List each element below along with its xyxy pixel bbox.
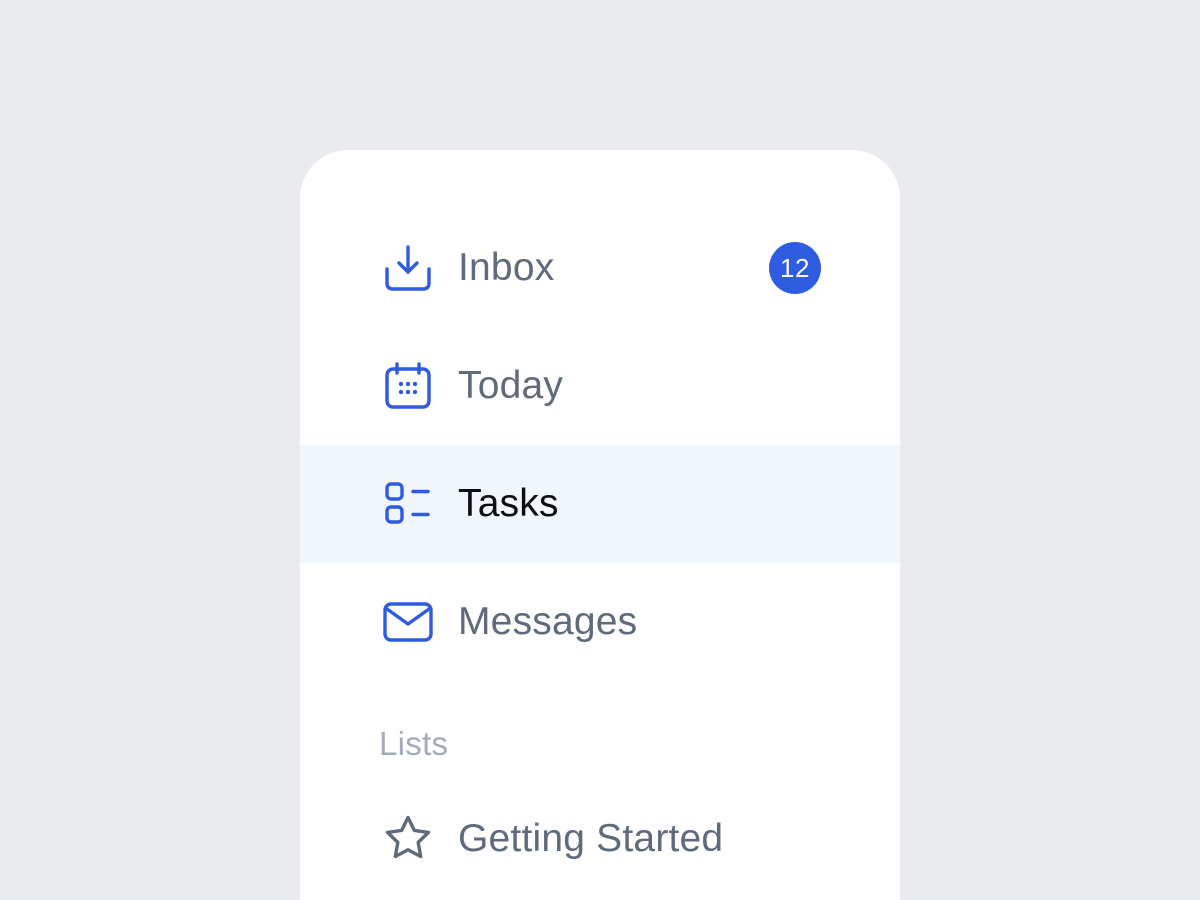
- list-item-label: Getting Started: [458, 817, 724, 860]
- task-list-icon: [382, 478, 434, 530]
- inbox-download-icon: [382, 242, 434, 294]
- nav-item-inbox[interactable]: Inbox 12: [300, 209, 900, 327]
- nav-item-label: Messages: [458, 600, 638, 643]
- nav-item-messages[interactable]: Messages: [300, 563, 900, 681]
- calendar-icon: [382, 360, 434, 412]
- lists-section-heading: Lists: [379, 725, 449, 762]
- nav-item-label: Today: [458, 364, 564, 407]
- nav-item-label: Tasks: [458, 482, 559, 525]
- list-item-getting-started[interactable]: Getting Started: [300, 780, 900, 898]
- nav-item-label: Inbox: [458, 246, 555, 289]
- unread-count-badge: 12: [769, 242, 821, 294]
- sidebar-panel: Inbox 12 Today Tasks Messages Lists Gett…: [300, 150, 900, 900]
- envelope-icon: [382, 596, 434, 648]
- star-icon: [382, 813, 434, 865]
- main-nav: Inbox 12 Today Tasks Messages: [300, 209, 900, 681]
- nav-item-tasks[interactable]: Tasks: [300, 445, 900, 563]
- nav-item-today[interactable]: Today: [300, 327, 900, 445]
